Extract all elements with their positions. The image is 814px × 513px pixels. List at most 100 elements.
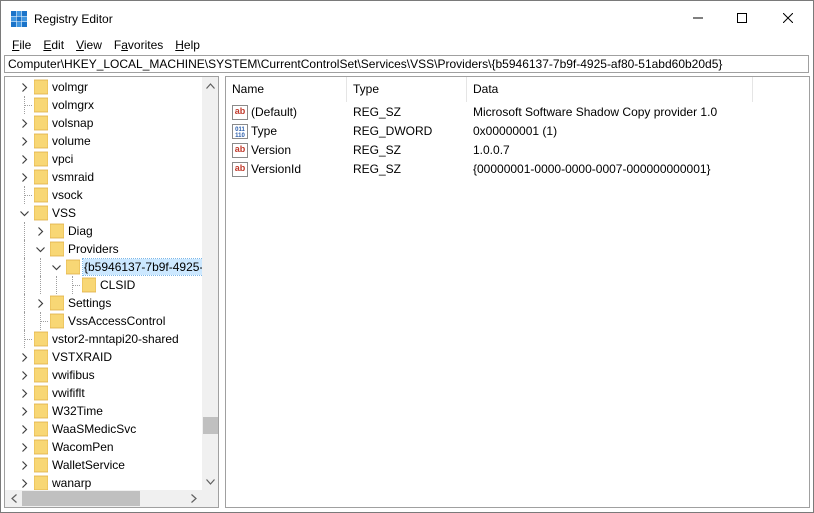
tree-node-label[interactable]: vstor2-mntapi20-shared — [51, 331, 180, 347]
collapse-node-button[interactable] — [50, 261, 62, 273]
expand-node-button[interactable] — [18, 423, 30, 435]
expand-node-button[interactable] — [18, 477, 30, 489]
tree-node[interactable]: WaaSMedicSvc — [5, 420, 202, 438]
expand-node-button[interactable] — [18, 171, 30, 183]
tree-node[interactable]: Diag — [5, 222, 202, 240]
menu-help-label: elp — [183, 38, 200, 52]
key-tree-pane[interactable]: volmgr volmgrx volsnap volume vpci vsmraid vso… — [4, 76, 219, 508]
tree-node[interactable]: VSS — [5, 204, 202, 222]
tree-node[interactable]: vwifibus — [5, 366, 202, 384]
close-button[interactable] — [765, 1, 811, 35]
tree-node[interactable]: VssAccessControl — [5, 312, 202, 330]
expand-node-button[interactable] — [18, 153, 30, 165]
title-bar[interactable]: Registry Editor — [1, 1, 813, 35]
expand-node-button[interactable] — [34, 225, 46, 237]
tree-node-label[interactable]: Diag — [67, 223, 94, 239]
key-tree: volmgr volmgrx volsnap volume vpci vsmraid vso… — [5, 77, 202, 490]
collapse-node-button[interactable] — [18, 207, 30, 219]
tree-node-label[interactable]: VSS — [51, 205, 77, 221]
value-name: Type — [251, 124, 278, 138]
tree-node[interactable]: vsmraid — [5, 168, 202, 186]
value-row[interactable]: ab (Default) REG_SZ Microsoft Software Shad… — [226, 103, 809, 122]
menu-help[interactable]: Help — [169, 35, 206, 55]
expand-node-button[interactable] — [18, 117, 30, 129]
tree-node-label[interactable]: Providers — [67, 241, 120, 257]
menu-edit[interactable]: Edit — [37, 35, 70, 55]
values-list-pane[interactable]: Name Type Data ab (Default) REG_SZ Microsof… — [225, 76, 810, 508]
maximize-button[interactable] — [719, 1, 765, 35]
tree-node[interactable]: vstor2-mntapi20-shared — [5, 330, 202, 348]
tree-node[interactable]: volsnap — [5, 114, 202, 132]
tree-node-label[interactable]: VssAccessControl — [67, 313, 166, 329]
tree-node-label[interactable]: vwifibus — [51, 367, 96, 383]
menu-bar: File Edit View Favorites Help — [1, 35, 813, 55]
tree-node-label[interactable]: WacomPen — [51, 439, 115, 455]
tree-node[interactable]: Providers — [5, 240, 202, 258]
menu-file[interactable]: File — [6, 35, 37, 55]
close-icon — [783, 13, 793, 23]
tree-node[interactable]: CLSID — [5, 276, 202, 294]
tree-node-label-selected[interactable]: {b5946137-7b9f-4925-a — [81, 258, 202, 276]
menu-favorites-label: Favorites — [113, 38, 164, 52]
tree-node[interactable]: {b5946137-7b9f-4925-a — [5, 258, 202, 276]
expand-node-button[interactable] — [18, 387, 30, 399]
tree-vertical-scrollbar[interactable] — [202, 77, 218, 490]
tree-node-label[interactable]: volume — [51, 133, 92, 149]
tree-connector-line — [24, 339, 32, 340]
tree-node[interactable]: vsock — [5, 186, 202, 204]
tree-node-label[interactable]: vpci — [51, 151, 74, 167]
tree-node-label[interactable]: VSTXRAID — [51, 349, 113, 365]
value-row[interactable]: 011 110 Type REG_DWORD 0x00000001 (1) — [226, 122, 809, 141]
minimize-button[interactable] — [675, 1, 721, 35]
tree-node-label[interactable]: WalletService — [51, 457, 126, 473]
tree-node-label[interactable]: volsnap — [51, 115, 94, 131]
tree-node-label[interactable]: vwififlt — [51, 385, 86, 401]
menu-favorites[interactable]: Favorites — [108, 35, 169, 55]
tree-node[interactable]: vpci — [5, 150, 202, 168]
tree-node[interactable]: volume — [5, 132, 202, 150]
collapse-node-button[interactable] — [34, 243, 46, 255]
tree-node-label[interactable]: volmgrx — [51, 97, 95, 113]
tree-node[interactable]: volmgr — [5, 78, 202, 96]
tree-node-label[interactable]: vsock — [51, 187, 84, 203]
menu-view[interactable]: View — [70, 35, 108, 55]
expand-node-button[interactable] — [18, 351, 30, 363]
value-row[interactable]: ab Version REG_SZ 1.0.0.7 — [226, 141, 809, 160]
tree-node-label[interactable]: WaaSMedicSvc — [51, 421, 137, 437]
tree-node[interactable]: wanarp — [5, 474, 202, 490]
folder-icon — [34, 331, 48, 347]
tree-node-label[interactable]: vsmraid — [51, 169, 95, 185]
tree-node[interactable]: VSTXRAID — [5, 348, 202, 366]
scroll-down-button[interactable] — [202, 473, 218, 490]
tree-node[interactable]: vwififlt — [5, 384, 202, 402]
tree-node-label[interactable]: volmgr — [51, 79, 89, 95]
expand-node-button[interactable] — [18, 369, 30, 381]
tree-node-label[interactable]: W32Time — [51, 403, 104, 419]
tree-node-label[interactable]: wanarp — [51, 475, 92, 490]
tree-node-label[interactable]: CLSID — [99, 277, 136, 293]
column-header-data[interactable]: Data — [467, 77, 753, 102]
tree-horizontal-scrollbar[interactable] — [5, 490, 202, 507]
address-bar[interactable]: Computer\HKEY_LOCAL_MACHINE\SYSTEM\Curre… — [4, 55, 809, 73]
tree-node[interactable]: WacomPen — [5, 438, 202, 456]
expand-node-button[interactable] — [18, 441, 30, 453]
tree-node-label[interactable]: Settings — [67, 295, 112, 311]
expand-node-button[interactable] — [18, 459, 30, 471]
expand-node-button[interactable] — [18, 81, 30, 93]
tree-node[interactable]: volmgrx — [5, 96, 202, 114]
column-header-type[interactable]: Type — [347, 77, 467, 102]
scroll-left-button[interactable] — [5, 490, 22, 507]
value-row[interactable]: ab VersionId REG_SZ {00000001-0000-0000-000… — [226, 160, 809, 179]
expand-node-button[interactable] — [18, 405, 30, 417]
tree-node[interactable]: Settings — [5, 294, 202, 312]
tree-node[interactable]: WalletService — [5, 456, 202, 474]
registry-editor-app-icon — [11, 11, 27, 27]
tree-vertical-scroll-thumb[interactable] — [203, 417, 218, 434]
scroll-right-button[interactable] — [185, 490, 202, 507]
tree-horizontal-scroll-thumb[interactable] — [22, 491, 140, 506]
scroll-up-button[interactable] — [202, 77, 218, 94]
expand-node-button[interactable] — [18, 135, 30, 147]
tree-node[interactable]: W32Time — [5, 402, 202, 420]
column-header-name[interactable]: Name — [226, 77, 347, 102]
expand-node-button[interactable] — [34, 297, 46, 309]
